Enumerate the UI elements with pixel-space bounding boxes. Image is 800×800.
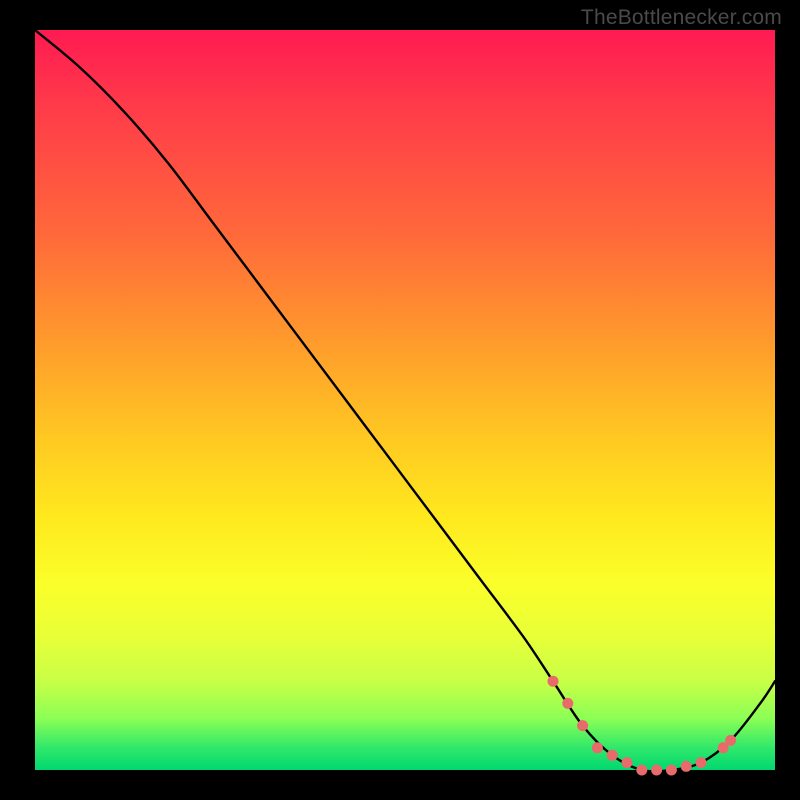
watermark-label: TheBottlenecker.com [581,6,782,30]
plot-area [35,30,775,770]
chart-stage: TheBottlenecker.com [0,0,800,800]
